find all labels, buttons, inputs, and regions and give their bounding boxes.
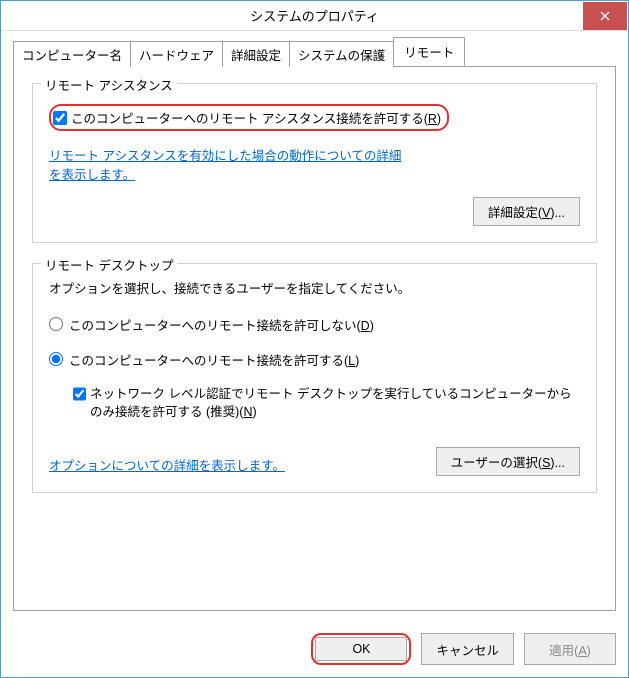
dialog-footer: OK キャンセル 適用(A) <box>1 623 628 677</box>
highlight-ok: OK <box>311 633 411 665</box>
window: システムのプロパティ コンピューター名 ハードウェア 詳細設定 システムの保護 … <box>0 0 629 678</box>
titlebar: システムのプロパティ <box>1 1 628 31</box>
close-icon <box>600 11 610 21</box>
apply-button[interactable]: 適用(A) <box>524 633 616 665</box>
checkbox-allow-ra-label: このコンピューターへのリモート アシスタンス接続を許可する(R) <box>71 108 441 127</box>
radio-rd-disallow-input[interactable] <box>49 317 63 331</box>
button-select-users[interactable]: ユーザーの選択(S)... <box>436 447 580 476</box>
group-label-remote-assistance: リモート アシスタンス <box>41 75 177 94</box>
tab-hardware[interactable]: ハードウェア <box>130 41 223 67</box>
close-button[interactable] <box>583 2 627 30</box>
radio-rd-allow[interactable]: このコンピューターへのリモート接続を許可する(L) <box>49 350 580 369</box>
tab-strip: コンピューター名 ハードウェア 詳細設定 システムの保護 リモート <box>13 43 616 67</box>
ok-button[interactable]: OK <box>315 637 407 661</box>
checkbox-allow-ra-input[interactable] <box>53 111 67 125</box>
tab-remote[interactable]: リモート <box>393 37 465 66</box>
rd-bottom-row: オプションについての詳細を表示します。 ユーザーの選択(S)... <box>49 447 580 476</box>
client-area: コンピューター名 ハードウェア 詳細設定 システムの保護 リモート リモート ア… <box>1 31 628 623</box>
nla-nested: ネットワーク レベル認証でリモート デスクトップを実行しているコンピューターから… <box>73 385 580 421</box>
radio-rd-allow-label: このコンピューターへのリモート接続を許可する(L) <box>69 350 359 369</box>
button-ra-advanced[interactable]: 詳細設定(V)... <box>473 197 580 226</box>
checkbox-nla-input[interactable] <box>73 387 86 401</box>
group-remote-assistance: リモート アシスタンス このコンピューターへのリモート アシスタンス接続を許可す… <box>32 83 597 243</box>
group-remote-desktop: リモート デスクトップ オプションを選択し、接続できるユーザーを指定してください… <box>32 263 597 493</box>
radio-rd-disallow-label: このコンピューターへのリモート接続を許可しない(D) <box>69 315 374 334</box>
checkbox-nla-label: ネットワーク レベル認証でリモート デスクトップを実行しているコンピューターから… <box>90 385 580 421</box>
highlight-allow-ra: このコンピューターへのリモート アシスタンス接続を許可する(R) <box>49 104 449 131</box>
tab-advanced[interactable]: 詳細設定 <box>222 41 290 67</box>
checkbox-allow-ra[interactable]: このコンピューターへのリモート アシスタンス接続を許可する(R) <box>53 108 441 127</box>
tab-page-remote: リモート アシスタンス このコンピューターへのリモート アシスタンス接続を許可す… <box>13 67 616 611</box>
link-ra-help[interactable]: リモート アシスタンスを有効にした場合の動作についての詳細を表示します。 <box>49 147 409 185</box>
cancel-button[interactable]: キャンセル <box>421 633 514 665</box>
link-rd-options[interactable]: オプションについての詳細を表示します。 <box>49 457 285 476</box>
checkbox-nla[interactable]: ネットワーク レベル認証でリモート デスクトップを実行しているコンピューターから… <box>73 385 580 421</box>
tab-system-protection[interactable]: システムの保護 <box>289 41 394 67</box>
tab-computer-name[interactable]: コンピューター名 <box>13 41 131 67</box>
radio-rd-disallow[interactable]: このコンピューターへのリモート接続を許可しない(D) <box>49 315 580 334</box>
rd-description: オプションを選択し、接続できるユーザーを指定してください。 <box>49 278 580 297</box>
radio-rd-allow-input[interactable] <box>49 352 63 366</box>
window-title: システムのプロパティ <box>1 6 628 25</box>
group-label-remote-desktop: リモート デスクトップ <box>41 255 177 274</box>
